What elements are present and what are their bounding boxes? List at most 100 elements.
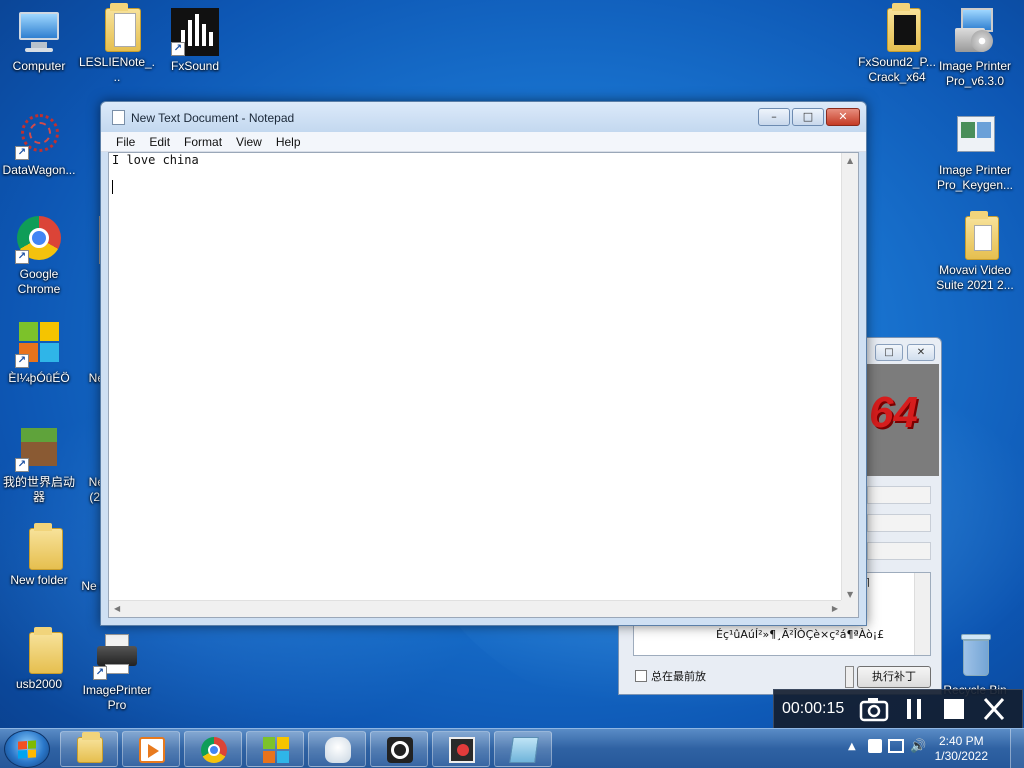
text-caret: [112, 180, 113, 194]
printer-icon: ↗: [93, 632, 141, 680]
patch-banner: 64: [865, 364, 939, 476]
desktop-icon-chrome[interactable]: ↗ Google Chrome: [0, 216, 78, 297]
listbox-scrollbar[interactable]: [914, 573, 930, 655]
desktop-icon-computer[interactable]: Computer: [0, 8, 78, 74]
desktop-icon-imageprinter[interactable]: ↗ ImagePrinter Pro: [78, 632, 156, 713]
icon-label: Computer: [12, 59, 66, 73]
minimize-button[interactable]: –: [758, 108, 790, 126]
scroll-up-icon[interactable]: ▲: [847, 156, 853, 165]
datawagon-icon: ↗: [15, 112, 63, 160]
network-icon[interactable]: [888, 739, 904, 753]
taskbar-app-tiles[interactable]: [246, 731, 304, 767]
close-button[interactable]: ✕: [826, 108, 860, 126]
fxsound-icon: ↗: [171, 8, 219, 56]
system-clock[interactable]: 2:40 PM 1/30/2022: [935, 734, 988, 764]
media-player-icon: [139, 737, 165, 763]
dialog-field[interactable]: [867, 542, 931, 560]
icon-label: Image Printer Pro_Keygen...: [936, 163, 1014, 192]
shortcut-arrow-icon: ↗: [93, 666, 107, 680]
maximize-button[interactable]: □: [792, 108, 824, 126]
menu-help[interactable]: Help: [269, 132, 308, 151]
horizontal-scrollbar[interactable]: ◀ ▶: [109, 600, 843, 617]
banner-text: 64: [869, 388, 918, 437]
dialog-window-controls: □ ✕: [875, 344, 935, 361]
action-center-flag-icon[interactable]: [868, 739, 882, 753]
start-button[interactable]: [4, 730, 50, 768]
stop-icon[interactable]: [934, 691, 974, 727]
show-desktop-button[interactable]: [1010, 729, 1024, 768]
chrome-icon: [201, 737, 227, 763]
show-hidden-icons-icon[interactable]: ▲: [848, 741, 856, 752]
dialog-field[interactable]: [867, 486, 931, 504]
taskbar-obs[interactable]: [370, 731, 428, 767]
screen-recorder-bar: 00:00:15: [773, 689, 1023, 728]
taskbar-robot-app[interactable]: [308, 731, 366, 767]
icon-label: New folder: [10, 573, 68, 587]
close-icon[interactable]: [974, 691, 1014, 727]
vertical-scrollbar[interactable]: ▲ ▼: [841, 153, 858, 602]
obs-icon: [387, 737, 413, 763]
robot-app-icon: [325, 737, 351, 763]
desktop-icon-usb2000[interactable]: usb2000: [0, 627, 78, 692]
text-editor[interactable]: I love china ▲ ▼ ◀ ▶: [108, 152, 859, 618]
log-line: Éç¹ûAúÍ²»¶¸Ã²ÎÒÇè×ç²á¶ªÀò¡£: [716, 628, 885, 641]
taskbar-chrome[interactable]: [184, 731, 242, 767]
icon-label: FxSound: [170, 59, 220, 73]
volume-icon[interactable]: 🔊: [910, 739, 926, 754]
maximize-button[interactable]: □: [875, 344, 903, 361]
icon-label: Google Chrome: [17, 267, 61, 296]
notepad-icon: [509, 737, 539, 763]
taskbar-file-explorer[interactable]: [60, 731, 118, 767]
shortcut-arrow-icon: ↗: [15, 146, 29, 160]
menu-bar: File Edit Format View Help: [101, 132, 866, 152]
checkbox-label: 总在最前放: [651, 670, 706, 683]
taskbar-notepad[interactable]: [494, 731, 552, 767]
icon-label: 我的世界启动器: [2, 475, 75, 504]
icon-label: usb2000: [15, 677, 63, 691]
menu-edit[interactable]: Edit: [142, 132, 177, 151]
close-button[interactable]: ✕: [907, 344, 935, 361]
pause-icon[interactable]: [894, 691, 934, 727]
folder-icon: [887, 3, 921, 52]
desktop-icon-keygen[interactable]: Image Printer Pro_Keygen...: [936, 112, 1014, 193]
desktop-icon-leslienote[interactable]: LESLIENote_...: [78, 3, 156, 85]
keygen-icon: [951, 112, 999, 160]
execute-patch-button[interactable]: 执行补丁: [857, 666, 931, 688]
desktop-icon-minecraft[interactable]: ↗ 我的世界启动器: [0, 424, 78, 505]
notepad-icon: [112, 110, 125, 125]
file-explorer-icon: [77, 732, 103, 763]
scroll-down-icon[interactable]: ▼: [847, 590, 853, 599]
checkbox-box[interactable]: [635, 670, 647, 682]
camera-icon[interactable]: [854, 691, 894, 727]
desktop-icon-fxsound[interactable]: ↗ FxSound: [156, 8, 234, 74]
scroll-right-icon[interactable]: ▶: [832, 604, 838, 613]
menu-view[interactable]: View: [229, 132, 269, 151]
editor-content[interactable]: I love china: [112, 153, 199, 167]
desktop-icon-new-folder[interactable]: New folder: [0, 523, 78, 588]
taskbar-screen-recorder[interactable]: [432, 731, 490, 767]
small-button[interactable]: [845, 666, 854, 688]
taskbar: ▲ 🔊 2:40 PM 1/30/2022: [0, 728, 1024, 768]
desktop-icon-fxsound-crack[interactable]: FxSound2_P... Crack_x64: [858, 3, 936, 85]
chrome-icon: ↗: [15, 216, 63, 264]
app-icon: ↗: [15, 320, 63, 368]
desktop-icon-movavi[interactable]: Movavi Video Suite 2021 2...: [936, 211, 1014, 293]
always-on-top-checkbox[interactable]: 总在最前放: [635, 668, 706, 684]
desktop-icon-hidden[interactable]: [80, 216, 109, 267]
desktop-icon-app[interactable]: ↗ ÈI¼þÓûÉÖ: [0, 320, 78, 386]
screen-recorder-icon: [449, 737, 475, 763]
system-tray: ▲ 🔊 2:40 PM 1/30/2022: [834, 729, 1024, 768]
notepad-titlebar[interactable]: New Text Document - Notepad – □ ✕: [101, 102, 866, 132]
menu-format[interactable]: Format: [177, 132, 229, 151]
taskbar-media-player[interactable]: [122, 731, 180, 767]
menu-file[interactable]: File: [109, 132, 142, 151]
resize-grip[interactable]: [841, 600, 858, 617]
desktop-icon-datawagon[interactable]: ↗ DataWagon...: [0, 112, 78, 178]
scroll-left-icon[interactable]: ◀: [114, 604, 120, 613]
recycle-bin-icon: [951, 632, 999, 680]
dialog-field[interactable]: [867, 514, 931, 532]
icon-label: DataWagon...: [2, 163, 76, 177]
icon-label: ImagePrinter Pro: [82, 683, 152, 712]
desktop-icon-imageprinter-installer[interactable]: Image Printer Pro_v6.3.0: [936, 8, 1014, 89]
shortcut-arrow-icon: ↗: [171, 42, 185, 56]
